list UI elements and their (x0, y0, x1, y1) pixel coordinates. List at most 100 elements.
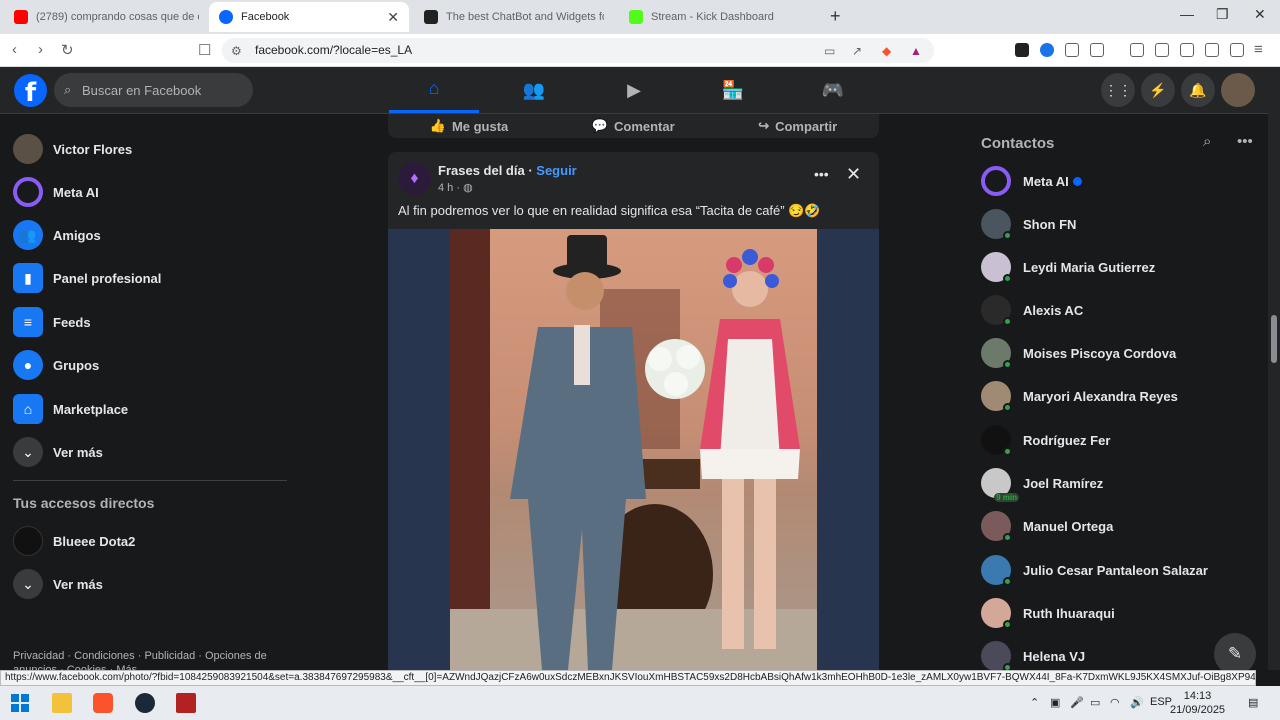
contact-item[interactable]: Shon FN (978, 204, 1268, 244)
sidebar-item-profile[interactable]: Victor Flores (8, 129, 288, 169)
messenger-button[interactable]: ⚡ (1141, 73, 1175, 107)
browser-tab-chatbot[interactable]: The best ChatBot and Widgets for Kic (414, 2, 614, 32)
maximize-icon[interactable]: ❐ (1216, 6, 1229, 23)
sidebar-item-meta-ai[interactable]: Meta AI (8, 172, 288, 212)
contact-item[interactable]: 9 min Joel Ramírez (978, 463, 1268, 503)
contact-item[interactable]: Manuel Ortega (978, 506, 1268, 546)
comment-button[interactable]: 💬 Comentar (592, 118, 675, 134)
more-options-icon[interactable]: ••• (1237, 133, 1253, 150)
sidebar-item-marketplace[interactable]: ⌂ Marketplace (8, 389, 288, 429)
contact-name: Meta AI (1023, 174, 1082, 189)
shortcuts-see-more[interactable]: ⌄ Ver más (8, 564, 288, 604)
contact-item[interactable]: Ruth Ihuaraqui (978, 593, 1268, 633)
contact-item[interactable]: Meta AI (978, 161, 1268, 201)
taskbar-clock[interactable]: 14:13 21/09/2025 (1170, 689, 1225, 717)
language-indicator[interactable]: ESP (1150, 696, 1172, 708)
menu-icon[interactable]: ≡ (1254, 41, 1263, 58)
search-box: ⌕ (54, 73, 253, 107)
sidebar-item-friends[interactable]: 👥 Amigos (8, 215, 288, 255)
sidebar-item-see-more[interactable]: ⌄ Ver más (8, 432, 288, 472)
brave-browser-icon[interactable] (93, 693, 113, 713)
page-avatar[interactable]: ♦ (398, 162, 431, 195)
wallet-icon[interactable] (1180, 43, 1194, 57)
battery-icon[interactable]: ▭ (1090, 696, 1100, 709)
url-text: facebook.com/?locale=es_LA (255, 43, 413, 57)
sidebar-item-feeds[interactable]: ≡ Feeds (8, 302, 288, 342)
new-tab-icon[interactable]: + (830, 6, 841, 27)
tab-friends[interactable]: 👥 (489, 67, 579, 113)
browser-tab-facebook[interactable]: Facebook ✕ (209, 2, 409, 32)
contact-item[interactable]: Julio Cesar Pantaleon Salazar (978, 550, 1268, 590)
post-photo[interactable] (450, 229, 817, 670)
leo-ai-icon[interactable] (1205, 43, 1219, 57)
sidebar-item-professional-dashboard[interactable]: ▮ Panel profesional (8, 258, 288, 298)
tab-video[interactable]: ▶ (589, 67, 679, 113)
left-sidebar: Victor Flores Meta AI 👥 Amigos ▮ Panel p… (0, 114, 300, 676)
browser-tab-kick[interactable]: Stream - Kick Dashboard (619, 2, 819, 32)
cast-icon[interactable]: ▭ (824, 44, 835, 58)
brave-rewards-icon[interactable]: ▲ (910, 44, 922, 58)
extensions-puzzle-icon[interactable] (1065, 43, 1079, 57)
site-info-icon[interactable]: ⚙ (231, 44, 242, 58)
contact-item[interactable]: Rodríguez Fer (978, 420, 1268, 460)
browser-tab-youtube[interactable]: (2789) comprando cosas que de chic (4, 2, 209, 32)
avatar: 9 min (981, 468, 1019, 502)
contact-item[interactable]: Moises Piscoya Cordova (978, 333, 1268, 373)
share-button[interactable]: ↪ Compartir (758, 118, 837, 134)
tray-overflow-icon[interactable]: ⌃ (1030, 696, 1039, 709)
tray-app-icon[interactable]: ▣ (1050, 696, 1060, 709)
bookmark-icon[interactable]: ☐ (198, 41, 211, 59)
contact-item[interactable]: Leydi Maria Gutierrez (978, 247, 1268, 287)
like-button[interactable]: 👍 Me gusta (430, 118, 509, 134)
online-indicator (1003, 274, 1012, 283)
wifi-icon[interactable]: ◠ (1110, 696, 1120, 709)
dota2-icon[interactable] (176, 693, 196, 713)
post-card: ♦ Frases del día · Seguir 4 h · ◍ ••• ✕ … (388, 152, 879, 670)
file-explorer-icon[interactable] (52, 693, 72, 713)
bell-icon: 🔔 (1189, 81, 1207, 98)
search-input[interactable] (82, 73, 247, 107)
notifications-icon[interactable]: ▤ (1248, 696, 1258, 709)
menu-grid-button[interactable]: ⋮⋮ (1101, 73, 1135, 107)
post-timestamp[interactable]: 4 h · (438, 182, 460, 194)
facebook-logo-icon[interactable]: f (14, 74, 47, 107)
tab-gaming[interactable]: 🎮 (788, 67, 878, 113)
sidebar-icon[interactable] (1155, 43, 1169, 57)
close-tab-icon[interactable]: ✕ (387, 9, 399, 26)
minimize-icon[interactable]: — (1180, 6, 1194, 22)
new-message-button[interactable]: ✎ (1214, 633, 1256, 675)
contact-item[interactable]: Maryori Alexandra Reyes (978, 376, 1268, 416)
post-media[interactable] (388, 229, 879, 670)
search-icon[interactable]: ⌕ (1203, 133, 1211, 150)
sidebar-item-groups[interactable]: ● Grupos (8, 345, 288, 385)
profile-avatar[interactable] (1221, 73, 1255, 107)
more-options-icon[interactable]: ••• (814, 166, 829, 182)
tab-home[interactable]: ⌂ (389, 67, 479, 113)
reload-icon[interactable]: ↻ (61, 41, 74, 59)
share-icon[interactable]: ↗ (852, 44, 862, 58)
tab-marketplace[interactable]: 🏪 (688, 67, 778, 113)
page-scrollbar[interactable] (1268, 67, 1280, 670)
screenshot-icon[interactable] (1090, 43, 1104, 57)
post-author[interactable]: Frases del día (438, 163, 525, 178)
vpn-icon[interactable] (1230, 43, 1244, 57)
back-icon[interactable]: ‹ (12, 41, 17, 58)
extension-icon[interactable] (1015, 43, 1029, 57)
shortcut-item[interactable]: Blueee Dota2 (8, 521, 288, 561)
microphone-icon[interactable]: 🎤 (1070, 696, 1084, 709)
close-icon[interactable]: ✕ (846, 164, 861, 185)
close-window-icon[interactable]: ✕ (1254, 6, 1266, 23)
contact-item[interactable]: Alexis AC (978, 290, 1268, 330)
gaming-icon: 🎮 (821, 79, 845, 100)
steam-icon[interactable] (135, 693, 155, 713)
music-icon[interactable] (1130, 43, 1144, 57)
extension-icon[interactable] (1040, 43, 1054, 57)
windows-start-icon[interactable] (10, 693, 30, 713)
forward-icon[interactable]: › (38, 41, 43, 58)
url-input[interactable]: ⚙ facebook.com/?locale=es_LA ▭ ↗ ◆ ▲ (222, 38, 934, 63)
brave-shield-icon[interactable]: ◆ (882, 44, 891, 58)
notifications-button[interactable]: 🔔 (1181, 73, 1215, 107)
scrollbar-thumb[interactable] (1271, 315, 1277, 363)
volume-icon[interactable]: 🔊 (1130, 696, 1144, 709)
follow-button[interactable]: Seguir (536, 163, 576, 178)
